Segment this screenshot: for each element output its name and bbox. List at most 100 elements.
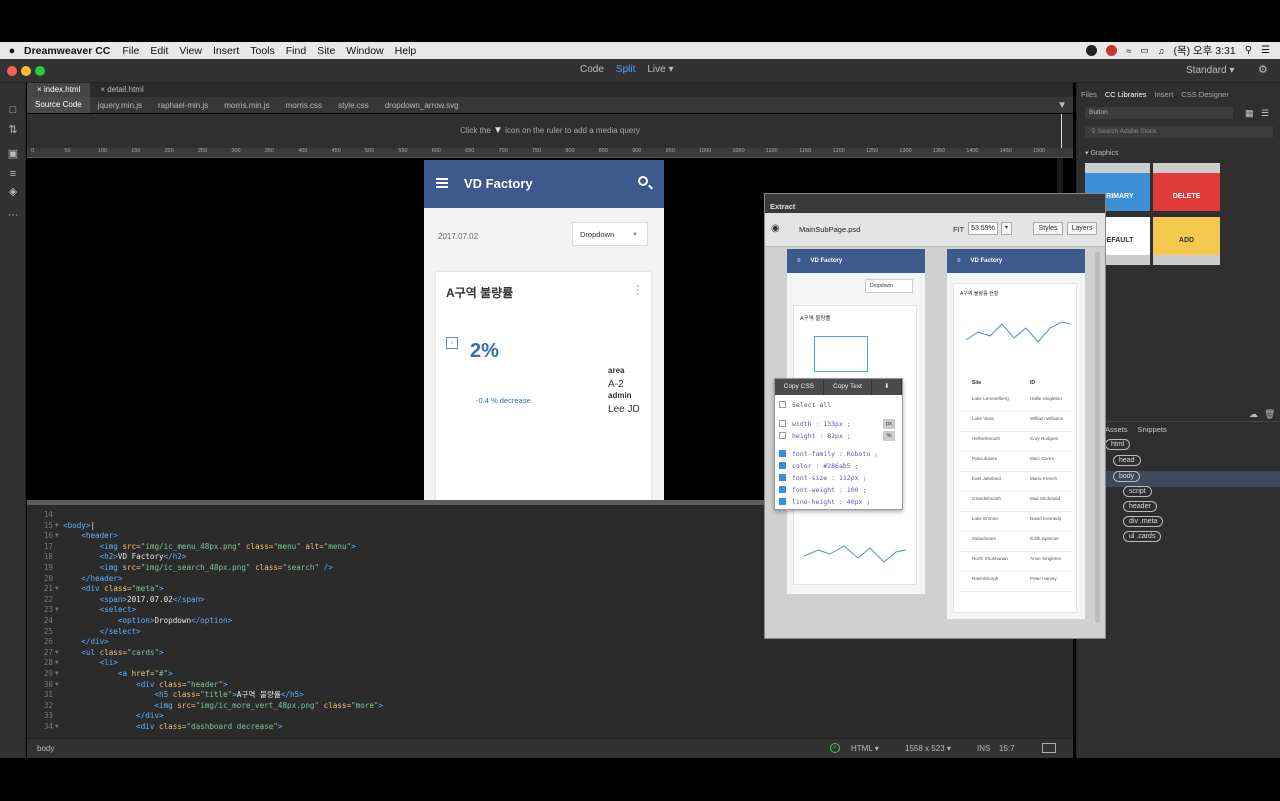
filter-icon[interactable]: ▼ bbox=[1049, 100, 1073, 111]
volume-icon[interactable]: ♫ bbox=[1158, 46, 1165, 56]
code-line[interactable]: 28 ▼ <li> bbox=[27, 658, 1073, 669]
related-file-style-css[interactable]: style.css bbox=[330, 101, 377, 110]
fold-toggle-icon[interactable]: ▼ bbox=[55, 680, 59, 691]
related-file-raphael[interactable]: raphael-min.js bbox=[150, 101, 216, 110]
code-line[interactable]: 30 ▼ <div class="header"> bbox=[27, 680, 1073, 691]
dom-node-script[interactable]: script bbox=[1123, 486, 1152, 497]
dom-node-body[interactable]: body bbox=[1113, 471, 1141, 482]
fold-toggle-icon[interactable]: ▼ bbox=[55, 584, 59, 595]
css-property-row[interactable]: color : #286ab5 ; bbox=[779, 461, 859, 471]
select-all-row[interactable]: Select all bbox=[779, 400, 831, 410]
wifi-icon[interactable]: ≈ bbox=[1126, 46, 1131, 56]
dom-node-html[interactable]: html bbox=[1105, 439, 1131, 450]
layers-button[interactable]: Layers bbox=[1067, 222, 1097, 235]
fold-toggle-icon[interactable]: ▼ bbox=[55, 658, 59, 669]
apple-icon[interactable]: ● bbox=[0, 45, 24, 57]
download-icon[interactable]: ⬇ bbox=[872, 379, 902, 395]
spotlight-icon[interactable]: ⚲ bbox=[1245, 45, 1252, 56]
mobile-dropdown[interactable]: Dropdown ▼ bbox=[572, 222, 648, 246]
airplay-icon[interactable]: ▭ bbox=[1140, 45, 1149, 56]
fold-toggle-icon[interactable]: ▼ bbox=[55, 605, 59, 616]
mobile-preview[interactable]: VD Factory 2017.07.02 Dropdown ▼ A구역 불량률… bbox=[424, 160, 664, 505]
menu-find[interactable]: Find bbox=[286, 45, 306, 57]
css-property-row[interactable]: font-size : 112px ; bbox=[779, 473, 866, 483]
css-property-checkbox[interactable] bbox=[779, 432, 786, 439]
dashboard-card[interactable]: A구역 불량률 · · · ↓ 2% -0.4 % decrease area A-… bbox=[436, 272, 651, 505]
zoom-dropdown-icon[interactable]: ▾ bbox=[1001, 222, 1012, 235]
css-property-checkbox[interactable] bbox=[779, 474, 786, 481]
fold-toggle-icon[interactable]: ▼ bbox=[55, 521, 59, 532]
menu-site[interactable]: Site bbox=[317, 45, 335, 57]
menu-file[interactable]: File bbox=[122, 45, 139, 57]
css-property-checkbox[interactable] bbox=[779, 462, 786, 469]
fold-toggle-icon[interactable]: ▼ bbox=[55, 531, 59, 542]
cloud-sync-icon[interactable]: ☁ bbox=[1249, 409, 1258, 420]
css-property-row[interactable]: width : 133px ; bbox=[779, 419, 851, 429]
menu-tools[interactable]: Tools bbox=[250, 45, 275, 57]
fold-toggle-icon[interactable]: ▼ bbox=[55, 648, 59, 659]
sync-settings-icon[interactable]: ⚙ bbox=[1258, 63, 1268, 76]
file-management-icon[interactable]: ⇅ bbox=[6, 123, 20, 137]
code-line[interactable]: 29 ▼ <a href="#"> bbox=[27, 669, 1073, 680]
fold-toggle-icon[interactable]: ▼ bbox=[55, 722, 59, 733]
tab-css-designer[interactable]: CSS Designer bbox=[1181, 90, 1229, 99]
real-time-preview-icon[interactable] bbox=[1042, 743, 1056, 753]
code-line[interactable]: 34 ▼ <div class="dashboard decrease"> bbox=[27, 722, 1073, 733]
artboard-right[interactable]: ≡ VD Factory A구역 불량률 현황 Site ID Lake Leon… bbox=[947, 249, 1085, 619]
app-name[interactable]: Dreamweaver CC bbox=[24, 45, 110, 57]
zoom-window-button[interactable] bbox=[35, 66, 45, 76]
media-query-marker[interactable] bbox=[1061, 114, 1062, 148]
code-line[interactable]: 33 </div> bbox=[27, 711, 1073, 722]
css-property-checkbox[interactable] bbox=[779, 486, 786, 493]
css-property-checkbox[interactable] bbox=[779, 420, 786, 427]
swatch-add[interactable]: ADD bbox=[1153, 217, 1220, 265]
css-property-row[interactable]: font-family : Roboto ; bbox=[779, 449, 878, 459]
tab-detail-html[interactable]: × detail.html bbox=[90, 83, 153, 97]
menu-insert[interactable]: Insert bbox=[213, 45, 239, 57]
grid-view-icon[interactable]: ▦ bbox=[1245, 108, 1254, 119]
menu-edit[interactable]: Edit bbox=[150, 45, 168, 57]
tab-insert[interactable]: Insert bbox=[1155, 90, 1174, 99]
extract-scrollbar[interactable] bbox=[1095, 252, 1100, 622]
css-property-checkbox[interactable] bbox=[779, 450, 786, 457]
code-line[interactable]: 27 ▼ <ul class="cards"> bbox=[27, 648, 1073, 659]
live-view-options-icon[interactable]: ▣ bbox=[6, 147, 20, 161]
clock[interactable]: (목) 오후 3:31 bbox=[1173, 43, 1235, 58]
document-type-selector[interactable]: HTML ▾ bbox=[851, 744, 879, 753]
css-property-row[interactable]: height : 82px ; bbox=[779, 431, 851, 441]
menu-help[interactable]: Help bbox=[395, 45, 417, 57]
tab-assets[interactable]: Assets bbox=[1105, 425, 1128, 434]
close-icon[interactable]: × bbox=[37, 85, 42, 94]
status-icon[interactable] bbox=[1106, 45, 1118, 56]
fold-toggle-icon[interactable]: ▼ bbox=[55, 669, 59, 680]
copy-text-button[interactable]: Copy Text bbox=[824, 379, 873, 395]
code-line[interactable]: 31 <h5 class="title">A구역 불량률</h5> bbox=[27, 690, 1073, 701]
dom-node-head[interactable]: head bbox=[1113, 455, 1141, 466]
view-live-button[interactable]: Live ▾ bbox=[647, 64, 673, 75]
related-file-morris-js[interactable]: morris.min.js bbox=[216, 101, 277, 110]
dom-node-header[interactable]: header bbox=[1123, 501, 1157, 512]
customize-toolbar-icon[interactable]: ··· bbox=[6, 208, 20, 222]
view-code-button[interactable]: Code bbox=[580, 64, 604, 75]
minimize-window-button[interactable] bbox=[21, 66, 31, 76]
linting-ok-icon[interactable]: ✓ bbox=[830, 743, 840, 753]
copy-css-button[interactable]: Copy CSS bbox=[775, 379, 824, 395]
unit-px-toggle[interactable]: px bbox=[883, 419, 895, 429]
tag-selector-body[interactable]: body bbox=[37, 744, 54, 753]
close-window-button[interactable] bbox=[7, 66, 17, 76]
stock-search-input[interactable]: ⚲ Search Adobe Stock bbox=[1085, 126, 1273, 138]
code-line[interactable]: 32 <img src="img/ic_more_vert_48px.png" … bbox=[27, 701, 1073, 712]
menu-view[interactable]: View bbox=[179, 45, 202, 57]
open-documents-icon[interactable]: □ bbox=[6, 103, 20, 117]
tab-files[interactable]: Files bbox=[1081, 90, 1097, 99]
extract-title[interactable]: Extract bbox=[765, 194, 1105, 213]
swatch-delete[interactable]: DELETE bbox=[1153, 163, 1220, 211]
window-size-selector[interactable]: 1558 x 523 ▾ bbox=[905, 744, 951, 753]
hamburger-menu-icon[interactable] bbox=[436, 178, 448, 188]
list-view-icon[interactable]: ☰ bbox=[1261, 108, 1269, 119]
search-icon[interactable] bbox=[638, 176, 648, 186]
related-file-source-code[interactable]: Source Code bbox=[27, 97, 90, 113]
menu-window[interactable]: Window bbox=[346, 45, 383, 57]
unit-percent-toggle[interactable]: % bbox=[883, 431, 895, 441]
related-file-dropdown-svg[interactable]: dropdown_arrow.svg bbox=[377, 101, 467, 110]
